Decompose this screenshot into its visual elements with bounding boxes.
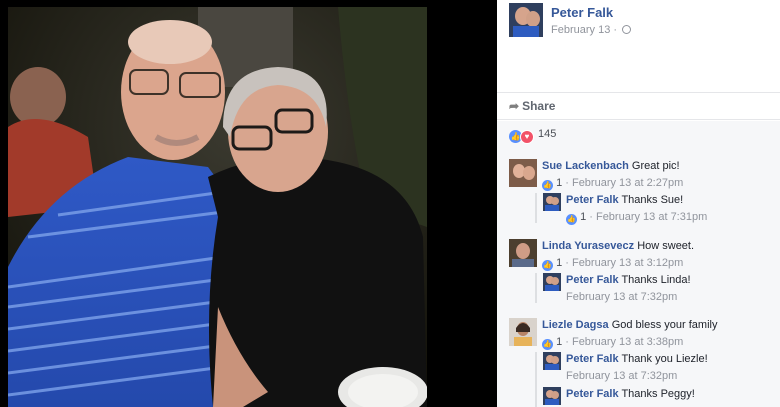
like-count[interactable]: 1 [556,257,562,269]
reply-text: Thanks Peggy! [621,388,695,400]
replier-avatar[interactable] [543,273,561,291]
photo[interactable] [8,7,427,407]
reactions-summary[interactable]: 👍 ♥ 145 [509,128,556,144]
commenter-name[interactable]: Linda Yurasevecz [542,240,634,252]
like-icon: 👍 [566,214,577,225]
photo-viewer: Peter Falk February 13 · ➦ Share 👍 ♥ 145 Su… [0,0,780,407]
comment-meta: 👍 1 · February 13 at 3:12pm [542,257,684,271]
post-date: February 13 · [551,24,632,36]
share-arrow-icon: ➦ [509,99,520,113]
comment-text: God bless your family [611,319,718,331]
like-icon: 👍 [542,260,553,271]
post-side-panel: Peter Falk February 13 · ➦ Share 👍 ♥ 145 Su… [497,0,780,407]
comment-meta: 👍 1 · February 13 at 2:27pm [542,177,684,191]
like-icon: 👍 [542,339,553,350]
comments-section: 👍 ♥ 145 Sue Lackenbach Great pic! 👍 1 · Fe… [497,121,780,407]
comment-meta: 👍 1 · February 13 at 3:38pm [542,336,684,350]
commenter-name[interactable]: Sue Lackenbach [542,160,629,172]
reply-meta: 👍 1 · February 13 at 7:31pm [566,211,708,225]
share-button[interactable]: ➦ Share [509,99,555,113]
commenter-avatar[interactable] [509,318,537,346]
reply-timestamp[interactable]: February 13 at 7:32pm [566,291,677,303]
comment-timestamp[interactable]: February 13 at 2:27pm [572,177,683,189]
replier-avatar[interactable] [543,352,561,370]
replier-name[interactable]: Peter Falk [566,274,619,286]
reply-timestamp[interactable]: February 13 at 7:31pm [596,211,707,223]
comment-timestamp[interactable]: February 13 at 3:12pm [572,257,683,269]
reply-thread-line [535,193,537,223]
reply-meta: February 13 at 7:32pm [566,370,708,382]
reply-text: Thank you Liezle! [621,353,708,365]
action-row: ➦ Share [497,93,780,120]
author-avatar[interactable] [509,3,543,37]
photo-pane [0,0,497,407]
like-count[interactable]: 1 [580,211,586,223]
comment-text: Great pic! [631,160,680,172]
reply-thread-line [535,273,537,303]
like-count[interactable]: 1 [556,177,562,189]
post-header: Peter Falk February 13 · [497,0,780,93]
comment-timestamp[interactable]: February 13 at 3:38pm [572,336,683,348]
love-icon: ♥ [520,130,534,144]
share-label: Share [522,99,556,113]
commenter-avatar[interactable] [509,159,537,187]
comment-text: How sweet. [637,240,695,252]
commenter-name[interactable]: Liezle Dagsa [542,319,609,331]
reply-timestamp[interactable]: February 13 at 7:32pm [566,370,677,382]
commenter-avatar[interactable] [509,239,537,267]
post-date-text[interactable]: February 13 [551,24,610,36]
reaction-count: 145 [538,128,557,140]
like-icon: 👍 [542,180,553,191]
reply-text: Thanks Sue! [621,194,684,206]
replier-name[interactable]: Peter Falk [566,194,619,206]
globe-icon [622,25,632,34]
reply-meta: February 13 at 7:32pm [566,291,691,303]
replier-avatar[interactable] [543,193,561,211]
reply-thread-line [535,352,537,407]
replier-name[interactable]: Peter Falk [566,388,619,400]
reply-text: Thanks Linda! [621,274,691,286]
replier-avatar[interactable] [543,387,561,405]
replier-name[interactable]: Peter Falk [566,353,619,365]
author-name[interactable]: Peter Falk [551,5,613,20]
like-count[interactable]: 1 [556,336,562,348]
